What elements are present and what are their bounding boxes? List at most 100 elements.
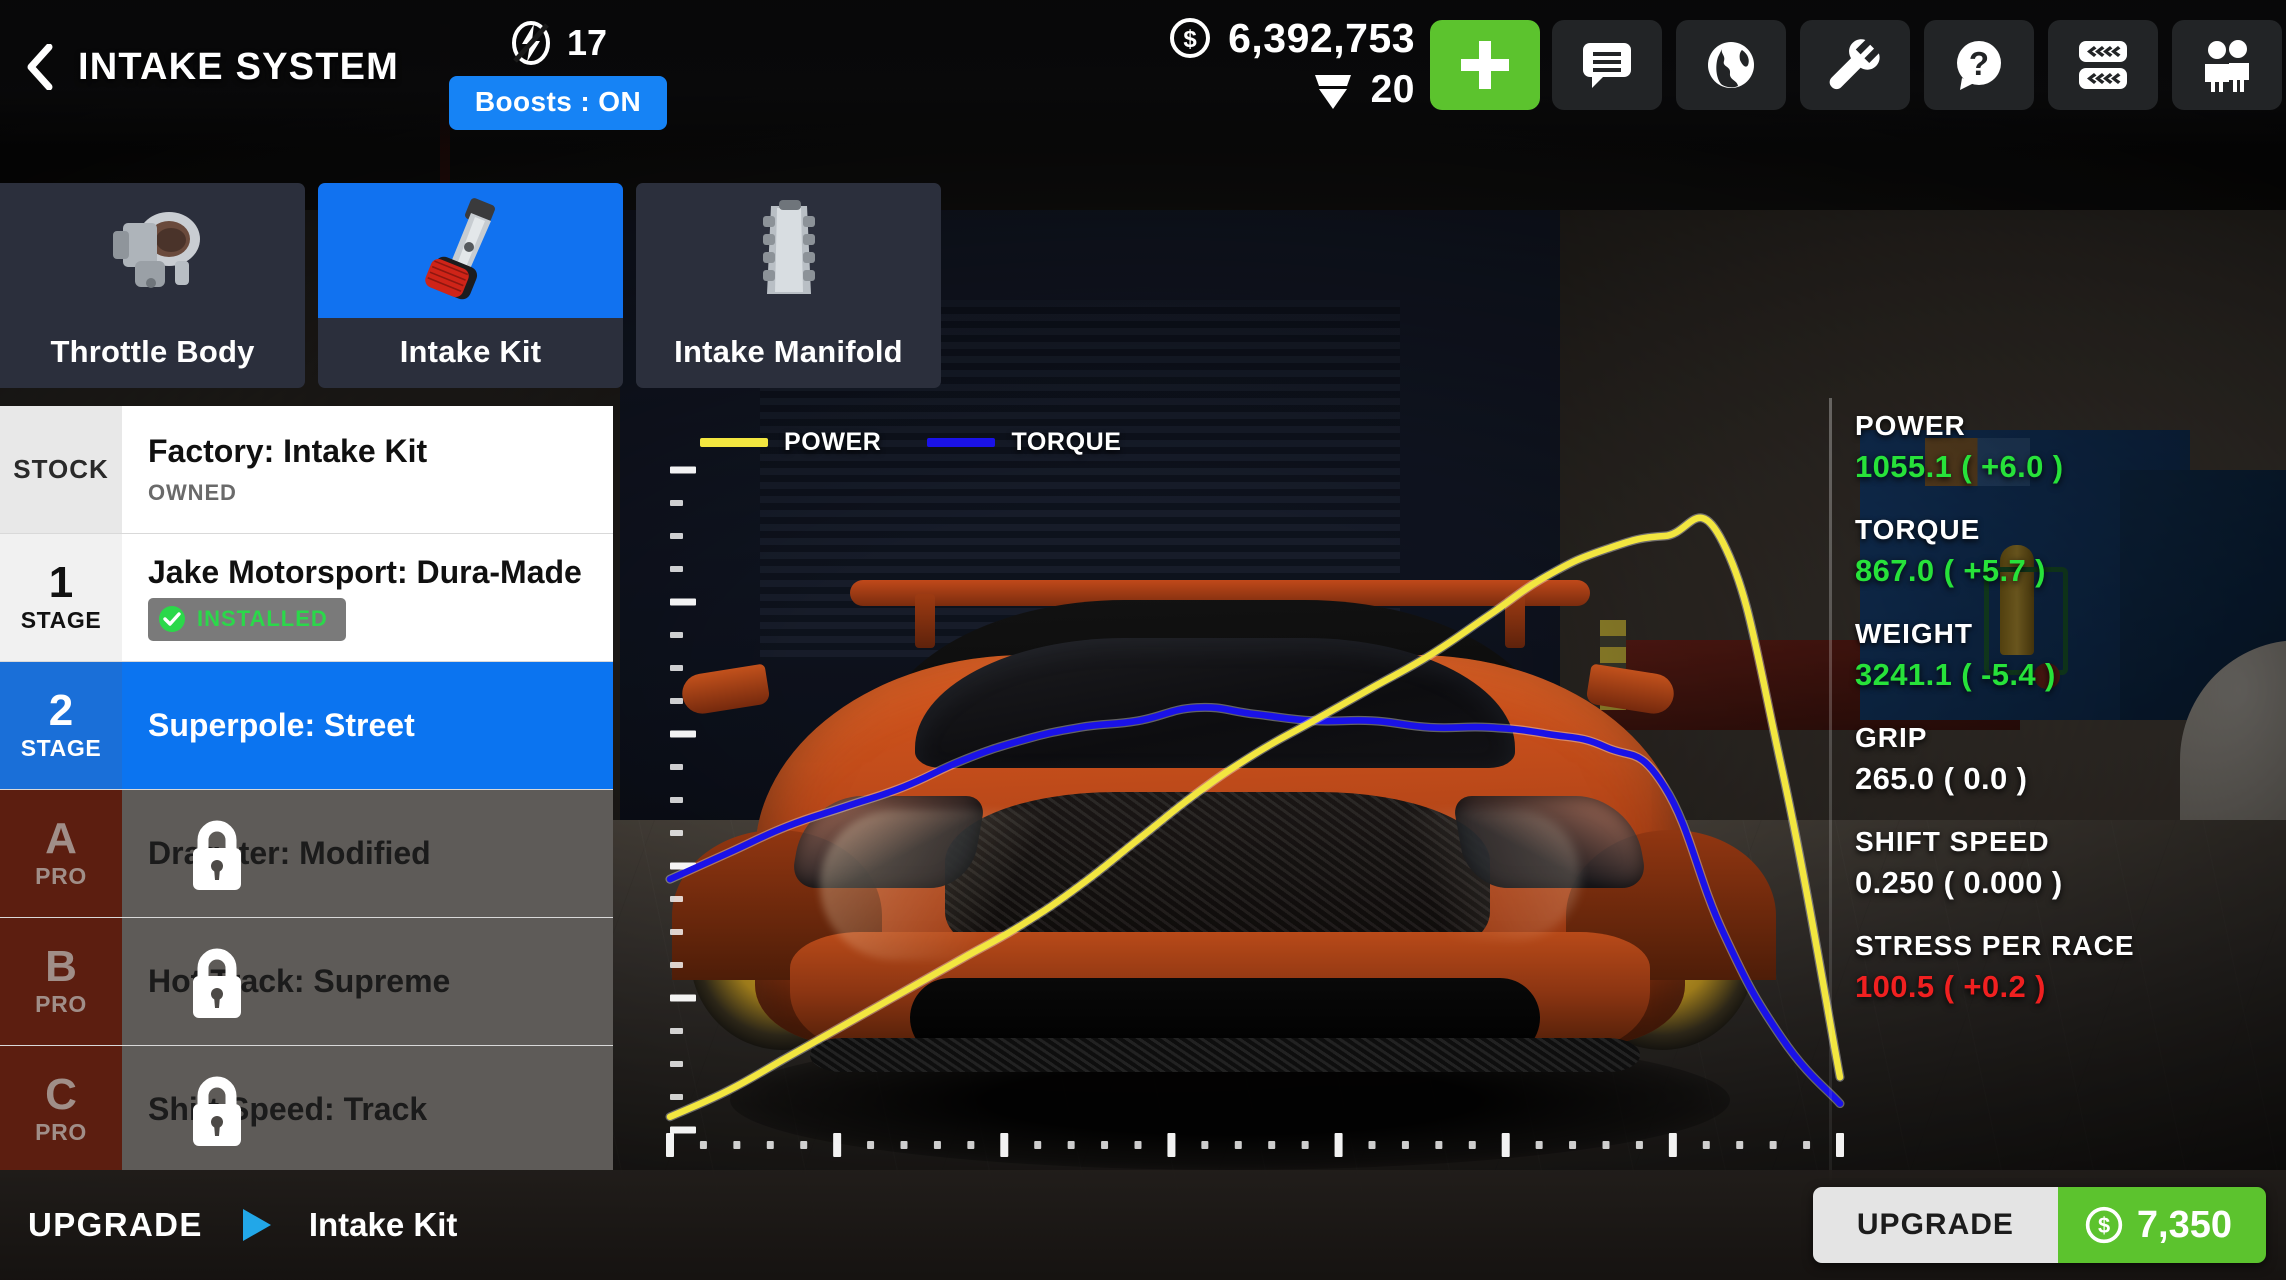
tune-button[interactable] — [2048, 20, 2158, 110]
tab-label-intake-kit: Intake Kit — [318, 318, 623, 388]
stage-number: A — [45, 814, 77, 863]
page-title: INTAKE SYSTEM — [78, 45, 400, 88]
boosts-toggle-button[interactable]: Boosts : ON — [448, 76, 668, 130]
upgrade-label: UPGRADE — [28, 1206, 203, 1243]
lock-icon — [193, 820, 241, 890]
coin-dollar-icon: $ — [1170, 18, 1211, 58]
cash-row: $ 6,392,753 — [1095, 12, 1415, 64]
stage-number: C — [45, 1070, 77, 1119]
bottom-bar: UPGRADE Intake Kit UPGRADE $ 7,350 — [0, 1170, 2286, 1280]
part-name: Factory: Intake Kit — [148, 433, 428, 470]
gem-icon — [1314, 75, 1351, 109]
plus-icon — [1461, 41, 1509, 89]
cash-value: 6,392,753 — [1228, 14, 1415, 61]
legend-label-torque: TORQUE — [1011, 428, 1122, 456]
stat-label: SHIFT SPEED — [1855, 826, 2050, 857]
part-info: Superpole: Street — [122, 662, 613, 789]
top-bar: INTAKE SYSTEM 17 Boosts : ON $ 6,392,753 — [0, 0, 2286, 150]
part-row-stage-2[interactable]: 2 STAGE Superpole: Street — [0, 662, 613, 790]
back-navigation[interactable]: INTAKE SYSTEM — [22, 44, 399, 90]
crew-button[interactable] — [2172, 20, 2282, 110]
stage-column: C PRO — [0, 1046, 122, 1170]
boost-count: 17 — [566, 22, 608, 63]
upgrade-buy-button[interactable]: UPGRADE $ 7,350 — [1812, 1187, 2266, 1263]
currency-area: $ 6,392,753 20 — [1095, 12, 1415, 116]
legend-label-power: POWER — [784, 428, 882, 456]
part-status: OWNED — [148, 479, 237, 505]
add-currency-button[interactable] — [1430, 20, 1540, 110]
part-row-stage-1[interactable]: 1 STAGE Jake Motorsport: Dura-Made INSTA… — [0, 534, 613, 662]
play-triangle-icon — [242, 1209, 271, 1241]
wrench-icon — [1829, 39, 1880, 90]
part-row-pro-b[interactable]: B PRO Hot Track: Supreme — [0, 918, 613, 1046]
legend-item-power: POWER — [700, 428, 881, 457]
globe-icon — [1708, 42, 1754, 88]
throttle-body-icon — [0, 183, 305, 318]
stat-power: POWER 1055.1 ( +6.0 ) — [1855, 410, 2275, 485]
tab-label-intake-manifold: Intake Manifold — [636, 318, 941, 388]
svg-text:$: $ — [2098, 1213, 2110, 1238]
installed-badge: INSTALLED — [148, 598, 346, 642]
part-row-stock[interactable]: STOCK Factory: Intake Kit OWNED — [0, 406, 613, 534]
stat-value: 3241.1 ( -5.4 ) — [1855, 657, 2056, 692]
part-info: Factory: Intake Kit OWNED — [122, 406, 613, 533]
stage-label: STAGE — [20, 607, 102, 633]
help-button[interactable]: ? — [1924, 20, 2034, 110]
upgrade-price-value: 7,350 — [2136, 1203, 2232, 1246]
stage-label: PRO — [35, 863, 87, 889]
boost-counter: 17 — [443, 14, 673, 72]
chat-button[interactable] — [1552, 20, 1662, 110]
stage-column: 2 STAGE — [0, 662, 122, 789]
stage-column: B PRO — [0, 918, 122, 1045]
lock-icon — [193, 948, 241, 1018]
garage-button[interactable] — [1800, 20, 1910, 110]
stat-label: WEIGHT — [1855, 618, 1973, 649]
stage-column: STOCK — [0, 406, 122, 533]
part-row-pro-a[interactable]: A PRO Dragster: Modified — [0, 790, 613, 918]
check-circle-icon — [159, 606, 185, 633]
tune-icon — [2079, 41, 2127, 89]
stat-value: 265.0 ( 0.0 ) — [1855, 761, 2028, 796]
stat-stress-per-race: STRESS PER RACE 100.5 ( +0.2 ) — [1855, 930, 2275, 1005]
car-model — [672, 560, 1776, 1170]
intake-manifold-icon — [636, 183, 941, 318]
gem-value: 20 — [1370, 68, 1415, 111]
chat-icon — [1583, 43, 1631, 88]
part-row-pro-c[interactable]: C PRO Shift Speed: Track — [0, 1046, 613, 1170]
part-info: Jake Motorsport: Dura-Made INSTALLED — [122, 534, 613, 661]
tab-intake-kit[interactable]: Intake Kit — [318, 183, 623, 388]
chart-legend: POWER TORQUE — [700, 428, 1122, 457]
gem-row: 20 — [1095, 64, 1415, 116]
stats-divider — [1829, 398, 1832, 1180]
stat-weight: WEIGHT 3241.1 ( -5.4 ) — [1855, 618, 2275, 693]
crew-icon — [2205, 40, 2249, 92]
tab-throttle-body[interactable]: Throttle Body — [0, 183, 305, 388]
coin-dollar-icon: $ — [2085, 1206, 2123, 1244]
stage-column: A PRO — [0, 790, 122, 917]
intake-system-screen: POWER TORQUE INTAKE SYSTEM 17 Boosts: O… — [0, 0, 2286, 1280]
stat-value: 867.0 ( +5.7 ) — [1855, 553, 2046, 588]
current-part-name: Intake Kit — [308, 1206, 458, 1243]
boost-area: 17 Boosts : ON — [443, 14, 673, 130]
part-name: Jake Motorsport: Dura-Made — [148, 553, 582, 590]
lock-icon — [193, 1076, 241, 1146]
chevron-left-icon[interactable] — [22, 44, 56, 90]
stat-shift-speed: SHIFT SPEED 0.250 ( 0.000 ) — [1855, 826, 2275, 901]
stage-label: PRO — [35, 1119, 87, 1145]
part-name: Superpole: Street — [148, 707, 415, 744]
upgrade-price: $ 7,350 — [2057, 1187, 2266, 1263]
stage-column: 1 STAGE — [0, 534, 122, 661]
stat-value: 0.250 ( 0.000 ) — [1855, 865, 2063, 900]
part-category-tabs: Throttle Body Intake Kit Intake Manifold — [0, 183, 941, 388]
tab-label-throttle-body: Throttle Body — [0, 318, 305, 388]
stage-number: 1 — [48, 558, 74, 607]
question-icon: ? — [1957, 41, 2001, 90]
header-icon-row: ? — [1552, 20, 2282, 110]
tab-intake-manifold[interactable]: Intake Manifold — [636, 183, 941, 388]
world-button[interactable] — [1676, 20, 1786, 110]
stat-label: GRIP — [1855, 722, 1928, 753]
stat-label: TORQUE — [1855, 514, 1981, 545]
legend-swatch-power — [700, 438, 768, 447]
stat-label: POWER — [1855, 410, 1966, 441]
stage-label: STAGE — [20, 735, 102, 761]
